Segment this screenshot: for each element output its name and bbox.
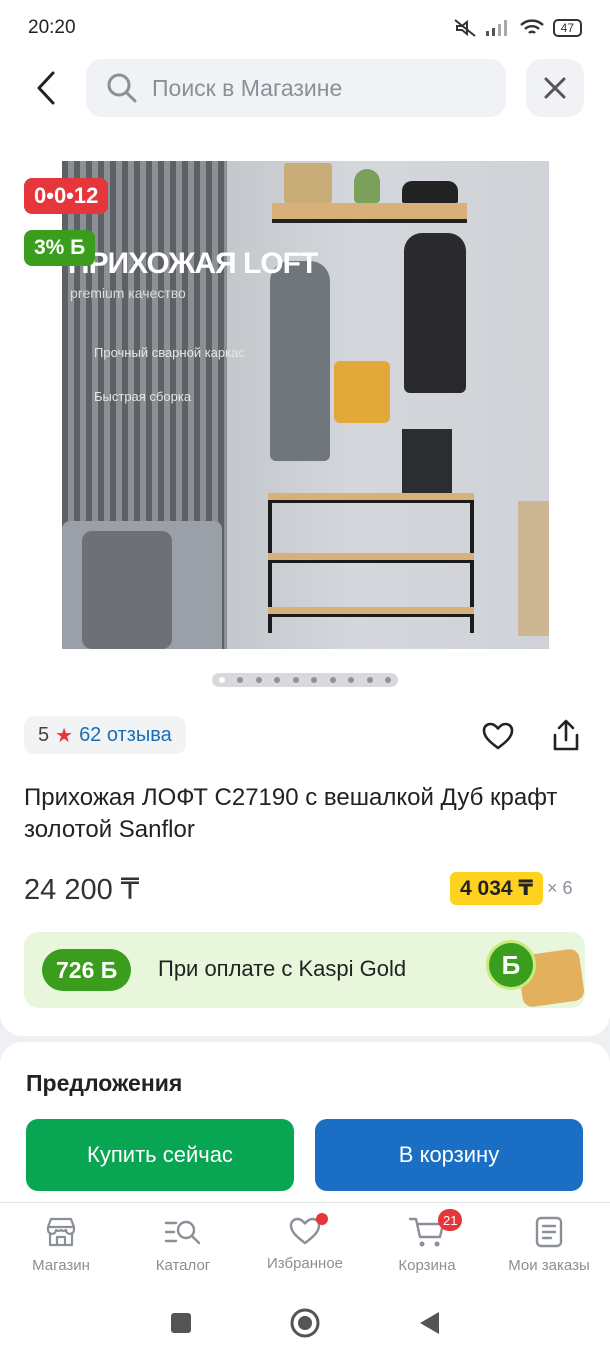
nav-label: Корзина — [398, 1257, 456, 1274]
carousel-dot[interactable] — [329, 677, 336, 683]
image-subtitle: premium качество — [70, 285, 186, 301]
close-button[interactable] — [526, 59, 584, 117]
carousel-dot[interactable] — [237, 677, 244, 683]
bonus-coin-icon: Б — [486, 940, 536, 990]
bag-decor — [334, 361, 390, 423]
carousel-dot[interactable] — [274, 677, 281, 683]
carousel-indicator[interactable] — [212, 673, 398, 687]
rating-score: 5 — [38, 723, 50, 746]
image-feature: Прочный сварной каркас — [94, 345, 245, 360]
status-icons: 47 — [453, 18, 582, 38]
favorite-button[interactable] — [478, 716, 518, 756]
battery-indicator: 47 — [552, 19, 582, 37]
home-icon[interactable] — [289, 1307, 321, 1339]
plant-decor — [354, 169, 380, 203]
carousel-dot[interactable] — [255, 677, 262, 683]
carousel-dot[interactable] — [366, 677, 373, 683]
system-nav-bar — [0, 1290, 610, 1356]
rack-shelf-decor — [268, 553, 474, 563]
basket-decor — [284, 163, 332, 203]
wifi-icon — [519, 19, 544, 34]
heart-icon — [482, 722, 514, 750]
star-icon: ★ — [55, 724, 74, 747]
timer-badge: 0•0•12 — [24, 178, 109, 214]
paper-bag-decor — [402, 429, 452, 495]
close-icon — [544, 77, 566, 99]
rack-shelf-decor — [268, 493, 474, 503]
jacket-decor — [404, 233, 466, 393]
orders-icon — [535, 1216, 563, 1248]
rack-shelf-decor — [268, 607, 474, 617]
product-price: 24 200 ₸ — [24, 874, 140, 906]
shelf-decor — [272, 203, 467, 223]
coat-decor — [270, 261, 330, 461]
nav-label: Избранное — [266, 1255, 344, 1272]
rating-pill[interactable]: 5 ★ 62 отзыва — [24, 716, 186, 754]
image-title: ПРИХОЖАЯ LOFT — [68, 247, 318, 280]
image-feature: Быстрая сборка — [94, 389, 192, 404]
nav-item-orders[interactable]: Мои заказы — [488, 1203, 610, 1290]
product-card: Поиск в Магазине ПРИХОЖАЯ LOFT premium к… — [0, 56, 610, 1036]
share-icon — [553, 719, 579, 751]
bonus-percent-badge: 3% Б — [24, 230, 96, 266]
nav-label: Мои заказы — [508, 1257, 590, 1274]
bottom-nav: Магазин Каталог Избранное 21 Корзина Мои… — [0, 1202, 610, 1290]
blanket-decor — [82, 531, 172, 649]
share-button[interactable] — [546, 716, 586, 756]
product-image[interactable]: ПРИХОЖАЯ LOFT premium качество Прочный с… — [62, 161, 549, 649]
installment-times: × 6 — [547, 878, 573, 898]
nav-item-shop[interactable]: Магазин — [0, 1203, 122, 1290]
hat-decor — [402, 181, 458, 203]
recent-apps-icon[interactable] — [169, 1311, 193, 1335]
nav-item-cart[interactable]: 21 Корзина — [366, 1203, 488, 1290]
catalog-icon — [164, 1220, 201, 1245]
installment-info[interactable]: 4 034 ₸ × 6 — [450, 872, 573, 905]
search-row: Поиск в Магазине — [0, 56, 610, 120]
kaspi-gold-bonus-card[interactable]: 726 Б При оплате с Kaspi Gold Б — [24, 932, 586, 1009]
search-input[interactable]: Поиск в Магазине — [86, 59, 506, 117]
carousel-dot[interactable] — [311, 677, 318, 683]
search-placeholder: Поиск в Магазине — [152, 74, 343, 101]
reviews-link[interactable]: 62 отзыва — [79, 724, 172, 747]
carousel-dot[interactable] — [219, 677, 225, 683]
back-button[interactable] — [22, 64, 70, 112]
nav-label: Каталог — [155, 1257, 211, 1274]
carousel-dot[interactable] — [384, 677, 391, 683]
signal-icon — [485, 20, 507, 36]
product-title: Прихожая ЛОФТ С27190 с вешалкой Дуб краф… — [24, 784, 558, 843]
offers-title: Предложения — [26, 1070, 183, 1096]
search-icon — [107, 73, 137, 103]
chevron-left-icon — [37, 71, 55, 105]
umbrella-stand-decor — [518, 501, 549, 636]
nav-item-favorites[interactable]: Избранное — [244, 1203, 366, 1290]
nav-item-catalog[interactable]: Каталог — [122, 1203, 244, 1290]
shop-icon — [46, 1217, 76, 1247]
add-to-cart-button[interactable]: В корзину — [315, 1119, 583, 1191]
mute-icon — [454, 19, 476, 37]
installment-amount: 4 034 ₸ — [450, 872, 543, 905]
carousel-dot[interactable] — [292, 677, 299, 683]
notification-dot — [316, 1213, 328, 1225]
nav-label: Магазин — [32, 1257, 90, 1274]
cart-count-badge: 21 — [438, 1209, 463, 1231]
bonus-amount: 726 Б — [42, 949, 132, 991]
status-time: 20:20 — [28, 17, 76, 38]
bonus-text: При оплате с Kaspi Gold — [158, 956, 407, 981]
buy-now-button[interactable]: Купить сейчас — [26, 1119, 294, 1191]
back-icon[interactable] — [417, 1310, 441, 1336]
status-bar: 20:20 47 — [0, 0, 610, 56]
carousel-dot[interactable] — [348, 677, 355, 683]
